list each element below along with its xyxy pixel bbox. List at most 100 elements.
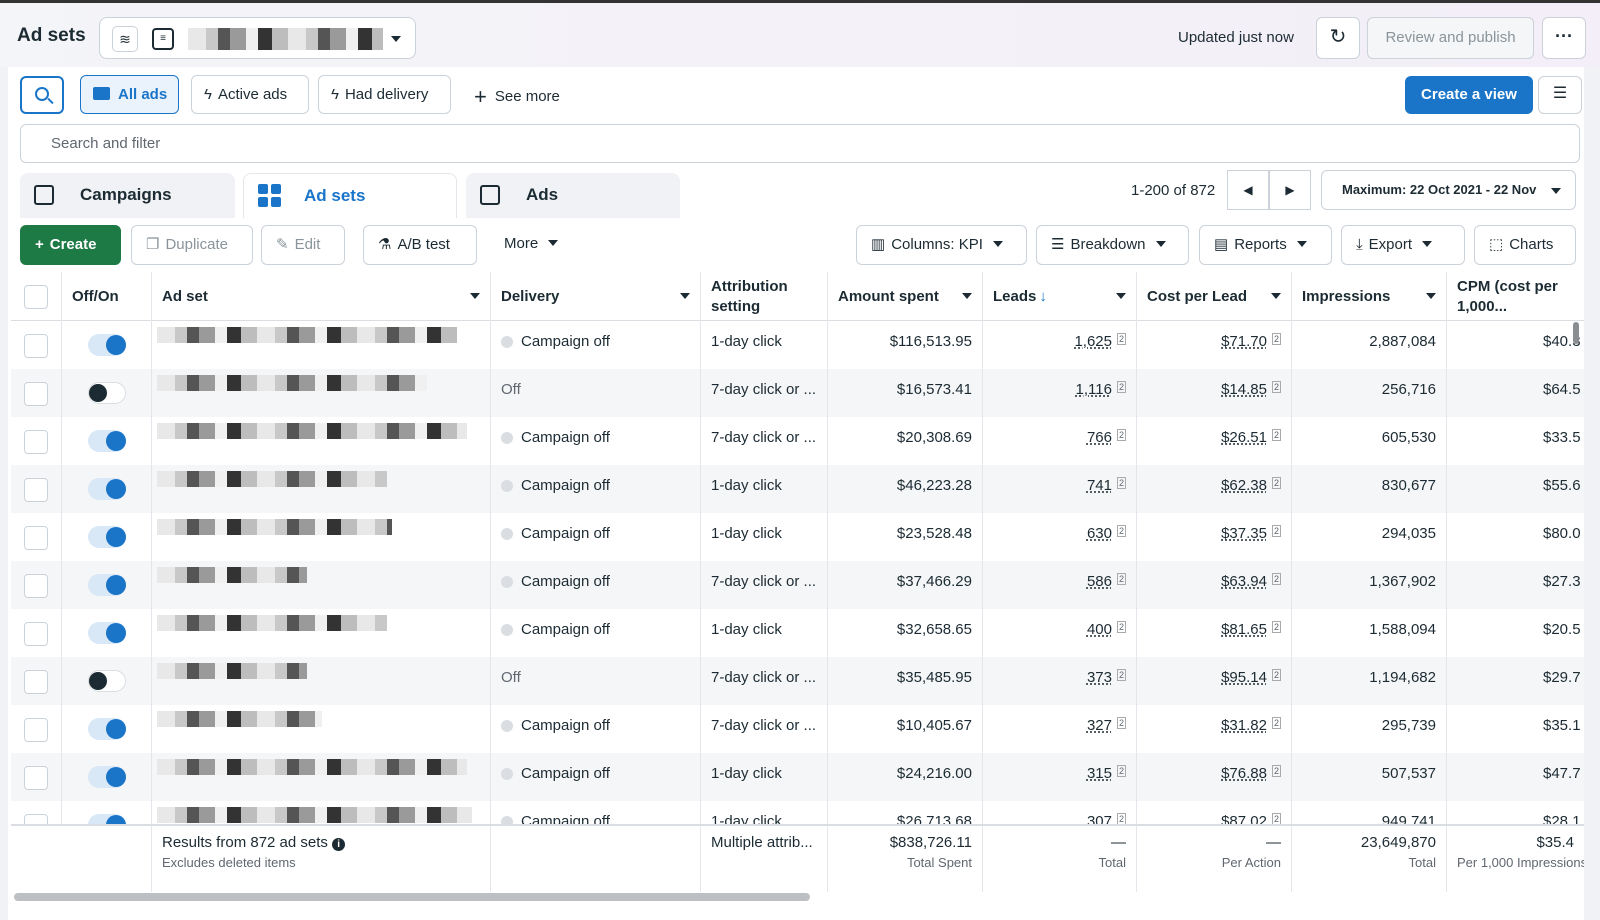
ab-test-button[interactable]: ⚗ A/B test — [363, 225, 477, 265]
leads-value[interactable]: 1,625 — [1074, 333, 1112, 350]
cost-per-lead-value[interactable]: $31.82 — [1221, 717, 1267, 734]
vertical-scrollbar[interactable] — [1573, 322, 1579, 344]
table-row[interactable]: Campaign off 7-day click or ... $10,405.67… — [11, 705, 1584, 753]
row-checkbox[interactable] — [24, 574, 48, 598]
row-checkbox[interactable] — [24, 766, 48, 790]
filter-active-ads[interactable]: ϟ Active ads — [191, 75, 309, 114]
edit-button[interactable]: ✎ Edit — [261, 225, 345, 265]
refresh-button[interactable]: ↻ — [1316, 17, 1360, 59]
search-filter-bar[interactable] — [20, 124, 1580, 163]
leads-value[interactable]: 373 — [1087, 669, 1112, 686]
filter-all-ads[interactable]: All ads — [80, 75, 179, 114]
columns-button[interactable]: ▥ Columns: KPI — [856, 225, 1027, 265]
cost-per-lead-value[interactable]: $95.14 — [1221, 669, 1267, 686]
ad-set-name-cell[interactable] — [152, 561, 491, 609]
ad-set-name-cell[interactable] — [152, 657, 491, 705]
cost-per-lead-value[interactable]: $62.38 — [1221, 477, 1267, 494]
table-row[interactable]: Off 7-day click or ... $16,573.41 1,116 2 $14… — [11, 369, 1584, 417]
ad-set-name-cell[interactable] — [152, 417, 491, 465]
next-page-button[interactable]: ▶ — [1269, 170, 1311, 210]
ad-set-name-cell[interactable] — [152, 513, 491, 561]
col-off-on[interactable]: Off/On — [62, 272, 152, 321]
account-selector[interactable]: ≋ ≡ — [99, 17, 416, 59]
tab-ads[interactable]: Ads — [466, 173, 680, 218]
table-row[interactable]: Campaign off 1-day click $24,216.00 315 2 $76… — [11, 753, 1584, 801]
table-row[interactable]: Campaign off 7-day click or ... $37,466.29… — [11, 561, 1584, 609]
breakdown-button[interactable]: ☰ Breakdown — [1036, 225, 1189, 265]
export-button[interactable]: ⤓ Export — [1341, 225, 1465, 265]
col-leads[interactable]: Leads ↓ — [983, 272, 1137, 321]
on-off-toggle[interactable] — [88, 574, 126, 596]
leads-value[interactable]: 630 — [1087, 525, 1112, 542]
cost-per-lead-value[interactable]: $14.85 — [1221, 381, 1267, 398]
select-all-checkbox[interactable] — [24, 285, 48, 309]
row-checkbox[interactable] — [24, 382, 48, 406]
more-options-button[interactable]: ··· — [1542, 17, 1586, 59]
col-impressions[interactable]: Impressions — [1292, 272, 1447, 321]
leads-value[interactable]: 1,116 — [1076, 381, 1112, 398]
on-off-toggle[interactable] — [88, 478, 126, 500]
col-delivery[interactable]: Delivery — [491, 272, 701, 321]
leads-value[interactable]: 400 — [1087, 621, 1112, 638]
ad-set-name-cell[interactable] — [152, 369, 491, 417]
ad-set-name-cell[interactable] — [152, 465, 491, 513]
row-checkbox[interactable] — [24, 526, 48, 550]
col-ad-set[interactable]: Ad set — [152, 272, 491, 321]
col-attribution[interactable]: Attribution setting — [701, 272, 828, 321]
row-checkbox[interactable] — [24, 334, 48, 358]
col-cost-per-lead[interactable]: Cost per Lead — [1137, 272, 1292, 321]
reports-button[interactable]: ▤ Reports — [1199, 225, 1332, 265]
ad-set-name-cell[interactable] — [152, 321, 491, 369]
review-publish-button[interactable]: Review and publish — [1367, 17, 1534, 59]
table-row[interactable]: Campaign off 1-day click $32,658.65 400 2 $81… — [11, 609, 1584, 657]
cost-per-lead-value[interactable]: $26.51 — [1221, 429, 1267, 446]
horizontal-scrollbar[interactable] — [14, 893, 810, 901]
cost-per-lead-value[interactable]: $71.70 — [1221, 333, 1267, 350]
create-view-button[interactable]: Create a view — [1405, 76, 1533, 114]
ad-set-name-cell[interactable] — [152, 705, 491, 753]
on-off-toggle[interactable] — [88, 718, 126, 740]
cost-per-lead-value[interactable]: $81.65 — [1221, 621, 1267, 638]
filter-had-delivery[interactable]: ϟ Had delivery — [318, 75, 451, 114]
table-row[interactable]: Campaign off 7-day click or ... $20,308.69… — [11, 417, 1584, 465]
info-icon[interactable]: i — [332, 838, 346, 851]
tab-campaigns[interactable]: Campaigns — [20, 173, 235, 218]
ad-set-name-cell[interactable] — [152, 609, 491, 657]
on-off-toggle[interactable] — [88, 766, 126, 788]
row-checkbox[interactable] — [24, 622, 48, 646]
on-off-toggle[interactable] — [88, 622, 126, 644]
date-range-picker[interactable]: Maximum: 22 Oct 2021 - 22 Nov — [1321, 170, 1576, 210]
on-off-toggle[interactable] — [88, 334, 126, 356]
prev-page-button[interactable]: ◀ — [1227, 170, 1269, 210]
on-off-toggle[interactable] — [88, 382, 126, 404]
leads-value[interactable]: 741 — [1087, 477, 1112, 494]
cost-per-lead-value[interactable]: $37.35 — [1221, 525, 1267, 542]
leads-value[interactable]: 766 — [1087, 429, 1112, 446]
table-row[interactable]: Campaign off 1-day click $46,223.28 741 2 $62… — [11, 465, 1584, 513]
see-more-button[interactable]: + See more — [474, 84, 560, 110]
table-row[interactable]: Campaign off 1-day click $116,513.95 1,625 2… — [11, 321, 1584, 369]
search-toggle-button[interactable] — [20, 76, 64, 114]
ad-set-name-cell[interactable] — [152, 753, 491, 801]
row-checkbox[interactable] — [24, 670, 48, 694]
settings-sliders-icon[interactable]: ☰ — [1538, 76, 1582, 114]
cost-per-lead-value[interactable]: $63.94 — [1221, 573, 1267, 590]
charts-button[interactable]: ⬚ Charts — [1474, 225, 1576, 265]
leads-value[interactable]: 586 — [1087, 573, 1112, 590]
col-amount-spent[interactable]: Amount spent — [828, 272, 983, 321]
cost-per-lead-value[interactable]: $76.88 — [1221, 765, 1267, 782]
on-off-toggle[interactable] — [88, 430, 126, 452]
row-checkbox[interactable] — [24, 478, 48, 502]
duplicate-button[interactable]: ❐ Duplicate — [131, 225, 253, 265]
leads-value[interactable]: 327 — [1087, 717, 1112, 734]
create-button[interactable]: + Create — [20, 225, 121, 265]
table-row[interactable]: Campaign off 1-day click $23,528.48 630 2 $37… — [11, 513, 1584, 561]
row-checkbox[interactable] — [24, 430, 48, 454]
table-row[interactable]: Off 7-day click or ... $35,485.95 373 2 $95.1… — [11, 657, 1584, 705]
on-off-toggle[interactable] — [88, 670, 126, 692]
tab-ad-sets[interactable]: Ad sets — [243, 173, 457, 218]
leads-value[interactable]: 315 — [1087, 765, 1112, 782]
row-checkbox[interactable] — [24, 718, 48, 742]
on-off-toggle[interactable] — [88, 526, 126, 548]
more-actions-button[interactable]: More — [490, 225, 580, 265]
